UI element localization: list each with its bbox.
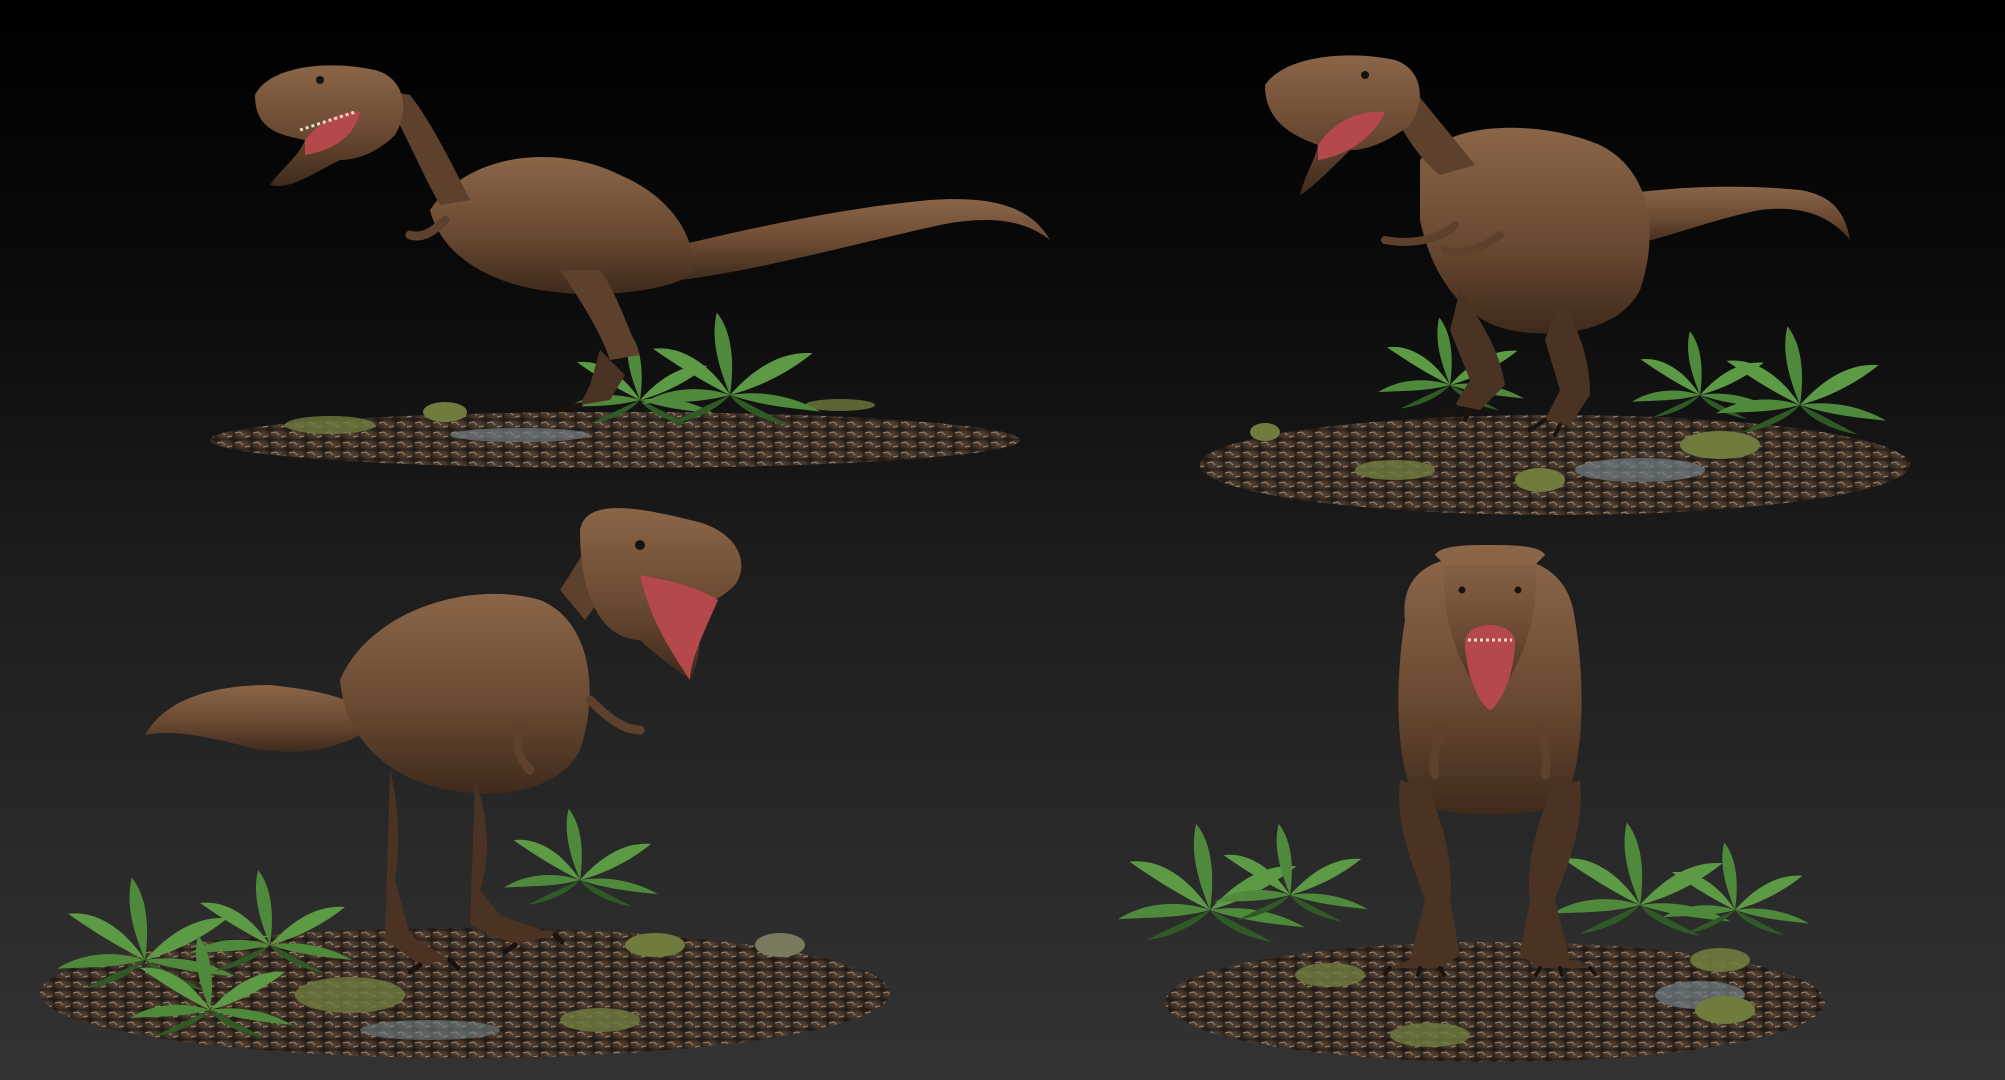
render-canvas <box>0 0 2005 1080</box>
water-puddle <box>1575 458 1705 482</box>
fern-plant <box>642 312 821 426</box>
moss-patch <box>1680 431 1760 459</box>
dinosaur-renders <box>40 55 1910 1062</box>
fern-plant <box>568 332 714 426</box>
front-view <box>1118 545 1825 1062</box>
moss-patch <box>423 402 467 422</box>
fern-plant <box>1663 842 1809 936</box>
side-view <box>210 65 1050 468</box>
rock-base <box>1200 415 1910 515</box>
tyrannosaurus-side <box>255 65 1050 413</box>
moss-patch <box>1295 963 1365 987</box>
three-quarter-right-view <box>1200 55 1910 515</box>
moss-patch <box>1515 468 1565 492</box>
moss-patch <box>1695 996 1755 1024</box>
moss-patch <box>295 977 405 1013</box>
moss-patch <box>1355 460 1435 480</box>
moss-patch <box>1250 423 1280 441</box>
moss-patch <box>625 933 685 957</box>
fern-plant <box>1214 823 1368 922</box>
moss-patch <box>560 1008 640 1032</box>
water-puddle <box>450 428 590 442</box>
pebble <box>755 933 805 957</box>
fern-plant <box>504 808 658 907</box>
moss-patch <box>285 416 375 434</box>
fern-plant <box>1716 326 1887 435</box>
three-quarter-left-view <box>40 508 890 1058</box>
water-puddle <box>360 1020 500 1040</box>
moss-patch <box>1390 1023 1470 1047</box>
moss-patch <box>1690 948 1750 972</box>
tyrannosaurus-three-quarter-left <box>145 508 742 975</box>
